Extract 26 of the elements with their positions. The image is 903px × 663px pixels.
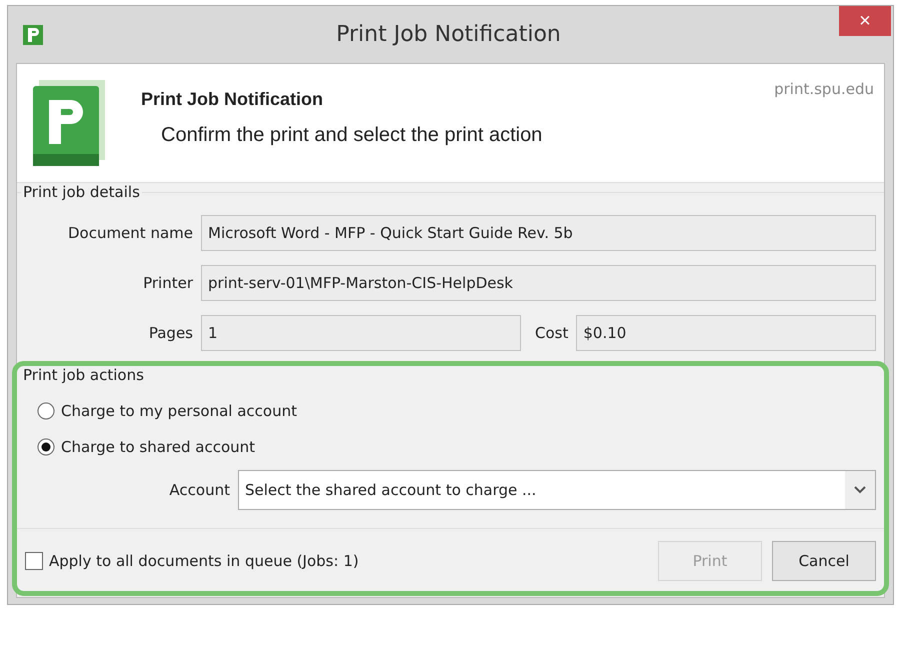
close-button[interactable]: × [839,6,891,36]
field-label: Cost [534,324,570,342]
radio-button[interactable] [37,438,55,456]
checkbox-label[interactable]: Apply to all documents in queue (Jobs: 1) [49,552,359,570]
server-name: print.spu.edu [774,80,874,98]
readonly-field: $0.10 [576,315,876,351]
chevron-down-icon [845,471,875,509]
radio-button[interactable] [37,402,55,420]
field-label: Pages [148,324,194,342]
readonly-field: 1 [201,315,521,351]
cancel-button[interactable]: Cancel [772,541,876,581]
window-title: Print Job Notification [335,22,562,47]
field-label: Printer [142,274,194,292]
readonly-field: print-serv-01\MFP-Marston-CIS-HelpDesk [201,265,876,301]
field-label: Document name [66,224,194,242]
radio-label[interactable]: Charge to my personal account [61,402,297,420]
header-title: Print Job Notification [141,89,324,110]
checkbox[interactable] [25,552,43,570]
header-subtitle: Confirm the print and select the print action [161,124,542,147]
logo-icon [22,24,44,46]
account-dropdown[interactable]: Select the shared account to charge ... [238,470,876,510]
readonly-field: Microsoft Word - MFP - Quick Start Guide Rev. 5b [201,215,876,251]
group-title: Print job actions [22,366,145,384]
field-label: Account [168,481,231,499]
group-title: Print job details [22,183,141,201]
radio-label[interactable]: Charge to shared account [61,438,256,456]
